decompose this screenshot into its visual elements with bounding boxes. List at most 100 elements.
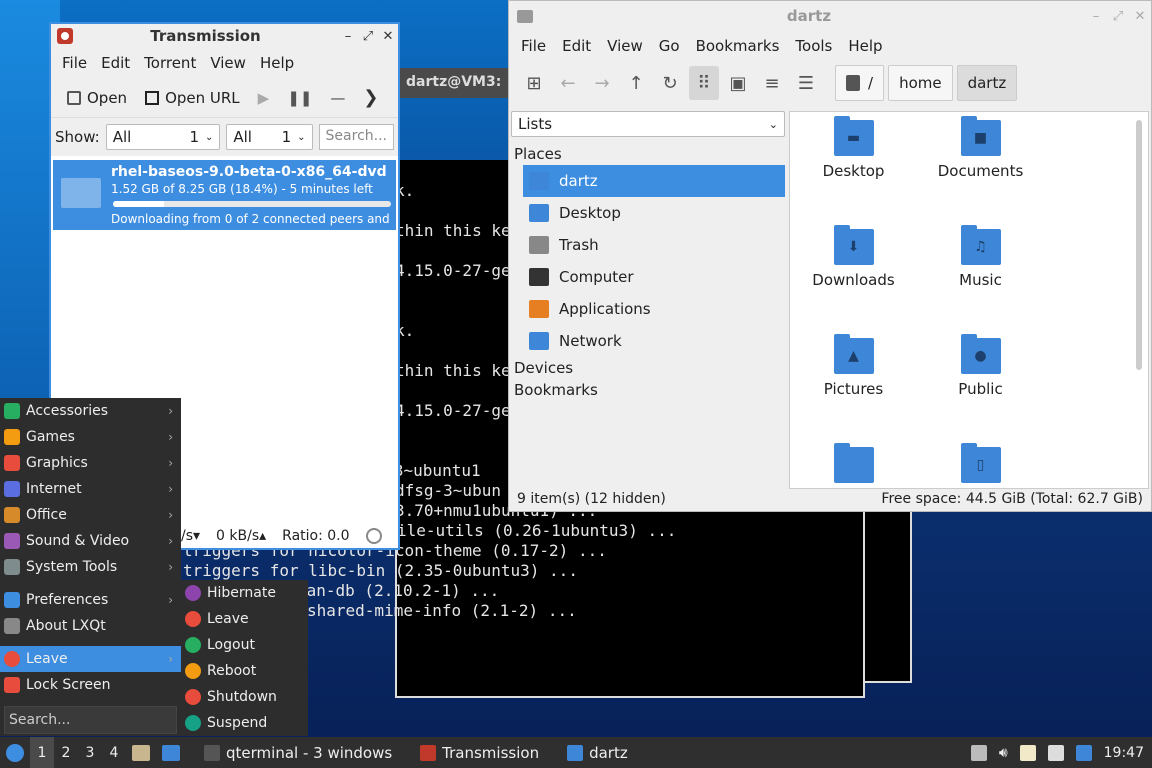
open-url-button[interactable]: Open URL — [139, 85, 246, 111]
menu-view[interactable]: View — [599, 33, 651, 59]
menu-item-hibernate[interactable]: Hibernate — [181, 580, 308, 606]
minimize-icon[interactable]: – — [338, 29, 358, 44]
menu-item-internet[interactable]: Internet › — [0, 476, 181, 502]
menu-item-sound-video[interactable]: Sound & Video › — [0, 528, 181, 554]
folder-item[interactable] — [790, 443, 917, 488]
chevron-right-icon[interactable]: ❯ — [357, 83, 384, 112]
ratio-icon[interactable] — [365, 528, 382, 544]
clock[interactable]: 19:47 — [1104, 745, 1144, 761]
folder-item[interactable]: ▯ — [917, 443, 1044, 488]
file-manager-launcher-icon[interactable] — [132, 744, 150, 761]
clipboard-icon[interactable] — [1019, 744, 1036, 761]
sidebar-item-network[interactable]: Network — [523, 325, 785, 357]
menu-item-leave[interactable]: Leave › — [0, 646, 181, 672]
devices-header[interactable]: Devices — [511, 357, 789, 379]
folder-music[interactable]: ♫ Music — [917, 225, 1044, 289]
folder-downloads[interactable]: ⬇ Downloads — [790, 225, 917, 289]
desktop-switch-2[interactable]: 2 — [54, 737, 78, 768]
close-icon[interactable]: ✕ — [378, 29, 398, 44]
menu-item-accessories[interactable]: Accessories › — [0, 398, 181, 424]
menu-item-lock-screen[interactable]: Lock Screen — [0, 672, 181, 698]
close-icon[interactable]: ✕ — [1129, 9, 1151, 24]
menu-file[interactable]: File — [513, 33, 554, 59]
torrent-row[interactable]: rhel-baseos-9.0-beta-0-x86_64-dvd 1.52 G… — [53, 160, 396, 230]
path-home[interactable]: home — [888, 65, 953, 101]
updates-icon[interactable] — [1075, 744, 1092, 761]
menu-edit[interactable]: Edit — [94, 50, 137, 76]
pause-icon[interactable]: ❚❚ — [281, 85, 318, 111]
minimize-icon[interactable]: – — [1085, 9, 1107, 24]
volume-icon[interactable]: 🔊︎ — [999, 745, 1008, 761]
menu-help[interactable]: Help — [253, 50, 301, 76]
network-icon[interactable] — [1047, 744, 1064, 761]
scrollbar[interactable] — [1136, 120, 1142, 370]
folder-documents[interactable]: ■ Documents — [917, 116, 1044, 180]
menu-item-reboot[interactable]: Reboot — [181, 658, 308, 684]
menu-help[interactable]: Help — [840, 33, 890, 59]
icon-view-icon[interactable]: ⠿ — [689, 66, 719, 100]
menu-file[interactable]: File — [55, 50, 94, 76]
transmission-titlebar[interactable]: Transmission – ⤢ ✕ — [51, 24, 398, 48]
tray-icon[interactable] — [970, 744, 987, 761]
file-manager-titlebar[interactable]: dartz – ⤢ ✕ — [509, 1, 1151, 31]
remove-icon[interactable]: — — [324, 85, 351, 111]
back-icon[interactable]: ← — [553, 66, 583, 100]
up-icon[interactable]: ↑ — [621, 66, 651, 100]
folder-pictures[interactable]: ▲ Pictures — [790, 334, 917, 398]
menu-item-office[interactable]: Office › — [0, 502, 181, 528]
terminal-window-back[interactable] — [860, 500, 912, 683]
start-button[interactable] — [0, 737, 30, 768]
desktop-switch-1[interactable]: 1 — [30, 737, 54, 768]
menu-item-shutdown[interactable]: Shutdown — [181, 684, 308, 710]
maximize-icon[interactable]: ⤢ — [358, 29, 378, 44]
menu-item-system-tools[interactable]: System Tools › — [0, 554, 181, 580]
reload-icon[interactable]: ↻ — [655, 66, 685, 100]
menu-bookmarks[interactable]: Bookmarks — [688, 33, 788, 59]
search-input[interactable]: Search... — [318, 124, 394, 150]
open-button[interactable]: Open — [61, 85, 133, 111]
menu-item-about-lxqt[interactable]: About LXQt — [0, 613, 181, 639]
sidebar-item-trash[interactable]: Trash — [523, 229, 785, 261]
menu-torrent[interactable]: Torrent — [137, 50, 203, 76]
places-header[interactable]: Places — [511, 143, 789, 165]
path-root[interactable]: / — [835, 65, 885, 101]
forward-icon[interactable]: → — [587, 66, 617, 100]
sidebar-item-dartz[interactable]: dartz — [523, 165, 785, 197]
maximize-icon[interactable]: ⤢ — [1107, 9, 1129, 24]
detailed-view-icon[interactable]: ☰ — [791, 66, 821, 100]
file-manager-window[interactable]: dartz – ⤢ ✕ File Edit View Go Bookmarks Tools… — [508, 0, 1152, 512]
taskbar-button[interactable]: Transmission — [412, 737, 547, 768]
desktop-switch-4[interactable]: 4 — [102, 737, 126, 768]
taskbar-button[interactable]: dartz — [559, 737, 636, 768]
folder-desktop[interactable]: ▬ Desktop — [790, 116, 917, 180]
taskbar-button[interactable]: qterminal - 3 windows — [196, 737, 400, 768]
menu-item-logout[interactable]: Logout — [181, 632, 308, 658]
sidebar-item-computer[interactable]: Computer — [523, 261, 785, 293]
compact-view-icon[interactable]: ≡ — [757, 66, 787, 100]
activity-filter-combo[interactable]: All 1 ⌄ — [105, 124, 221, 150]
menu-item-leave[interactable]: Leave — [181, 606, 308, 632]
menu-view[interactable]: View — [203, 50, 253, 76]
new-tab-icon[interactable]: ⊞ — [519, 66, 549, 100]
folder-public[interactable]: ● Public — [917, 334, 1044, 398]
menu-go[interactable]: Go — [651, 33, 688, 59]
ratio[interactable]: Ratio: 0.0 — [282, 528, 349, 544]
menu-search-input[interactable]: Search... — [4, 706, 177, 734]
menu-edit[interactable]: Edit — [554, 33, 599, 59]
side-view-combo[interactable]: Lists ⌄ — [511, 111, 785, 137]
start-icon[interactable]: ▶ — [252, 85, 276, 111]
sidebar-item-desktop[interactable]: Desktop — [523, 197, 785, 229]
desktop-switch-3[interactable]: 3 — [78, 737, 102, 768]
thumbnail-view-icon[interactable]: ▣ — [723, 66, 753, 100]
menu-item-graphics[interactable]: Graphics › — [0, 450, 181, 476]
show-desktop-icon[interactable] — [162, 744, 180, 761]
tracker-filter-combo[interactable]: All 1 ⌄ — [226, 124, 313, 150]
bookmarks-header[interactable]: Bookmarks — [511, 379, 789, 401]
path-current[interactable]: dartz — [956, 65, 1018, 101]
terminal-title[interactable]: dartz@VM3: — [398, 68, 513, 98]
menu-item-suspend[interactable]: Suspend — [181, 710, 308, 736]
menu-item-preferences[interactable]: Preferences › — [0, 587, 181, 613]
menu-item-games[interactable]: Games › — [0, 424, 181, 450]
sidebar-item-applications[interactable]: Applications — [523, 293, 785, 325]
menu-tools[interactable]: Tools — [787, 33, 840, 59]
